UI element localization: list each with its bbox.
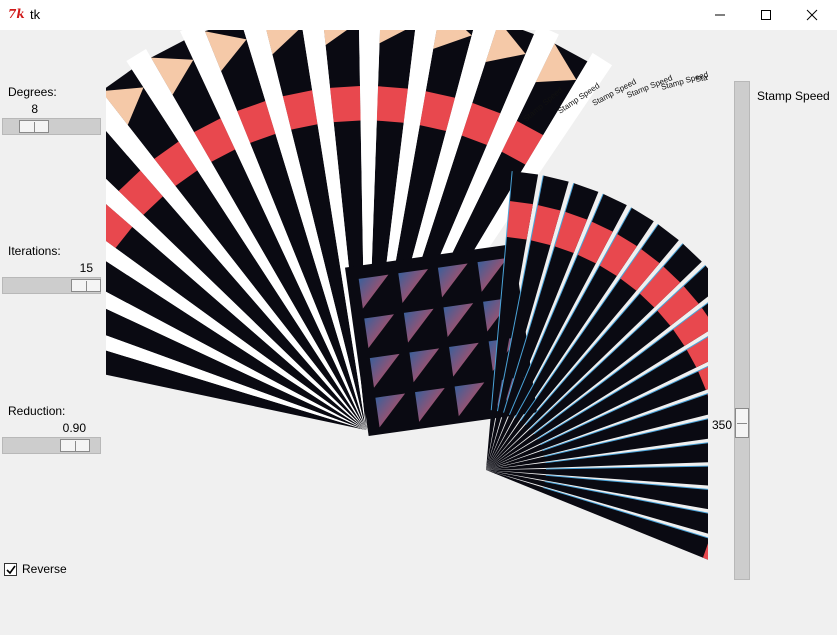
reduction-slider[interactable] [2, 437, 101, 454]
checkmark-icon [6, 565, 16, 575]
degrees-slider[interactable] [2, 118, 101, 135]
reduction-label: Reduction: [8, 404, 66, 418]
reduction-value: 0.90 [62, 421, 86, 435]
reduction-slider-thumb[interactable] [60, 439, 90, 452]
reverse-checkbox[interactable] [4, 563, 17, 576]
stamp-speed-slider[interactable] [734, 81, 750, 580]
close-button[interactable] [789, 0, 835, 30]
fan-band [330, 86, 361, 123]
degrees-value: 8 [31, 102, 38, 116]
close-icon [806, 9, 818, 21]
minimize-icon [715, 14, 725, 16]
title-bar[interactable]: 7k tk [0, 0, 837, 30]
iterations-slider-thumb[interactable] [71, 279, 101, 292]
stamp-speed-slider-thumb[interactable] [735, 408, 749, 438]
stamp-speed-label: Stamp Speed [757, 89, 830, 103]
iterations-label: Iterations: [8, 244, 61, 258]
spiral-band [506, 201, 533, 240]
maximize-icon [761, 10, 771, 20]
fan-band [376, 86, 408, 123]
maximize-button[interactable] [743, 0, 789, 30]
stamp-speed-value: 350 [712, 418, 733, 432]
drawing-canvas[interactable]: Stamp Speed Stamp Speed Stamp Speed Stamp S… [106, 30, 708, 635]
degrees-slider-thumb[interactable] [19, 120, 49, 133]
degrees-label: Degrees: [8, 85, 57, 99]
iterations-value: 15 [79, 261, 93, 275]
app-window: 7k tk Stamp Speed Stamp Speed Stamp Speed S… [0, 0, 837, 635]
iterations-slider[interactable] [2, 277, 101, 294]
minimize-button[interactable] [697, 0, 743, 30]
spiral-band [530, 204, 561, 246]
reverse-label: Reverse [22, 562, 67, 576]
fractal-artwork: Stamp SpeedStamp SpeedStamp SpeedStamp S… [106, 30, 708, 560]
window-title: tk [30, 7, 41, 22]
tk-feather-icon: 7k [8, 7, 25, 21]
